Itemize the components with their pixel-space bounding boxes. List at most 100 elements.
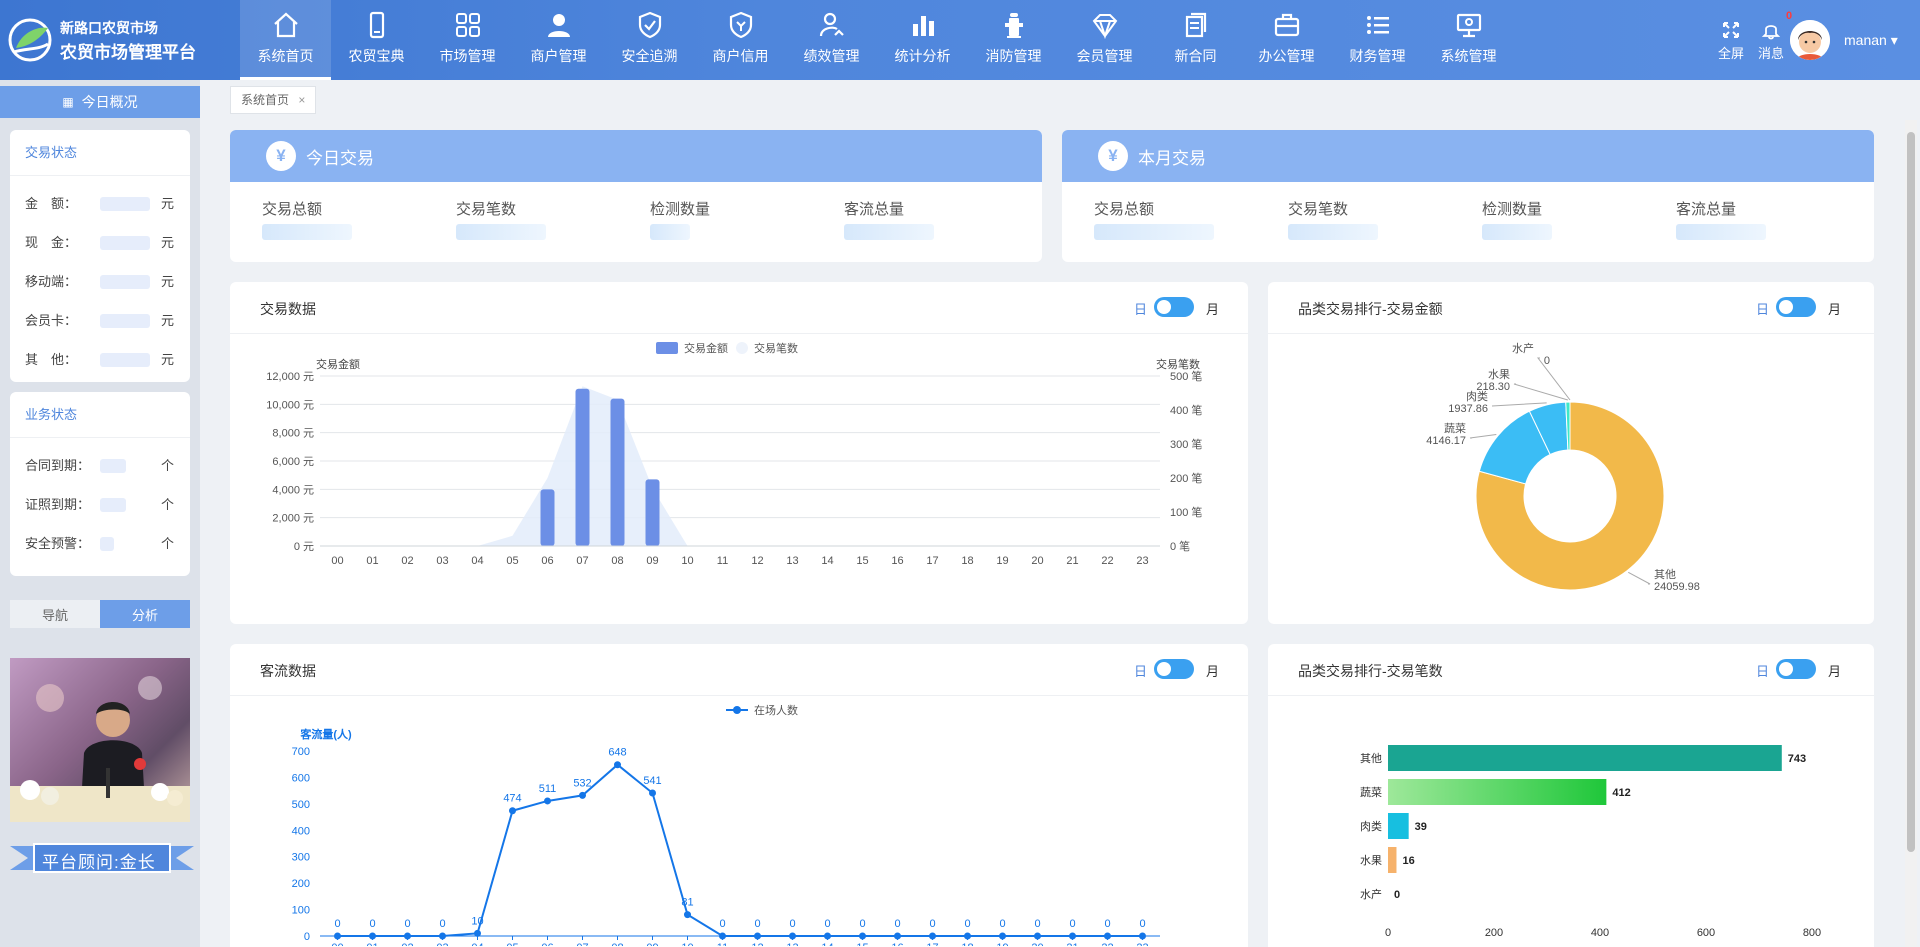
count-bar (1388, 813, 1409, 839)
today-overview-header[interactable]: ▦ 今日概况 (0, 86, 200, 118)
main-content: 系统首页 × ¥ 今日交易 交易总额 交易笔数 检测数量 客流总量 ¥ 本月交易… (200, 80, 1920, 947)
masked-value (100, 498, 126, 512)
x-tick-label: 21 (1066, 942, 1078, 946)
x-tick-label: 22 (1101, 555, 1113, 567)
traffic-line-chart: 在场人数客流量(人)010020030040050060070000000100… (292, 703, 1160, 946)
stat-label: 检测数量 (1482, 201, 1543, 218)
data-label: 0 (334, 918, 340, 930)
nav-member[interactable]: 会员管理 (1059, 0, 1150, 80)
fullscreen-button[interactable]: 全屏 (1711, 20, 1751, 62)
x-tick-label: 02 (401, 942, 413, 946)
data-label: 541 (643, 775, 661, 787)
x-tick-label: 800 (1803, 927, 1821, 939)
row-unit: 元 (160, 352, 174, 367)
category-donut-chart: 水产0水果218.30肉类1937.86蔬菜4146.17其他24059.98 (1426, 341, 1700, 593)
slice-name-label: 其他 (1654, 568, 1676, 581)
x-tick-label: 19 (996, 555, 1008, 567)
nav-contract[interactable]: 新合同 (1150, 0, 1241, 80)
toggle-switch[interactable] (1776, 297, 1816, 317)
close-icon[interactable]: × (298, 93, 305, 107)
nav-merchant[interactable]: 商户管理 (513, 0, 604, 80)
nav-credit[interactable]: 商户信用 (695, 0, 786, 80)
nav-label: 绩效管理 (803, 48, 860, 64)
category-count-bar-chart: 其他 743 蔬菜 412 肉类 39 水果 16 水产 0 0 200 400 600 800 (1360, 745, 1821, 939)
row-label: 合同到期： (25, 458, 91, 473)
stat-label: 客流总量 (1676, 201, 1737, 218)
today-stat-count: 交易笔数 (456, 198, 546, 240)
nav-system[interactable]: 系统管理 (1423, 0, 1514, 80)
data-label: 0 (964, 918, 970, 930)
data-label: 0 (789, 918, 795, 930)
x-tick-label: 07 (576, 942, 588, 946)
nav-performance[interactable]: 绩效管理 (786, 0, 877, 80)
data-label: 532 (573, 777, 591, 789)
value-label: 39 (1415, 821, 1427, 833)
stat-label: 交易总额 (262, 201, 323, 218)
nav-statistics[interactable]: 统计分析 (877, 0, 968, 80)
masked-value (844, 224, 934, 240)
month-label: 月 (1206, 302, 1220, 317)
nav-handbook[interactable]: 农贸宝典 (331, 0, 422, 80)
nav-finance[interactable]: 财务管理 (1332, 0, 1423, 80)
value-label: 743 (1788, 753, 1806, 765)
messages-label: 消息 (1757, 46, 1784, 61)
nav-market[interactable]: 市场管理 (422, 0, 513, 80)
month-label: 月 (1206, 664, 1220, 679)
nav-fire[interactable]: 消防管理 (968, 0, 1059, 80)
scroll-thumb[interactable] (1907, 132, 1915, 852)
day-label: 日 (1134, 664, 1148, 679)
user-icon (547, 14, 570, 37)
trade-status-title: 交易状态 (10, 130, 190, 176)
masked-value (100, 314, 150, 328)
data-label: 648 (608, 747, 626, 759)
x-tick-label: 21 (1066, 555, 1078, 567)
page-tab-home[interactable]: 系统首页 × (230, 86, 317, 114)
messages-button[interactable]: 消息 (1751, 20, 1791, 62)
left-sidebar: ▦ 今日概况 交易状态 金 额： 元 现 金： 元 移动端： 元 会员卡： 元 其 他：… (0, 80, 200, 947)
nav-office[interactable]: 办公管理 (1241, 0, 1332, 80)
grid-icon (455, 13, 480, 37)
month-stat-count: 交易笔数 (1288, 198, 1378, 240)
trade-row-cash: 现 金： 元 (10, 223, 190, 262)
toggle-switch[interactable] (1154, 659, 1194, 679)
x-tick-label: 01 (366, 942, 378, 946)
brand-logo[interactable]: 新路口农贸市场 农贸市场管理平台 (8, 16, 208, 64)
nav-home[interactable]: 系统首页 (240, 0, 331, 80)
list-icon (1366, 16, 1389, 34)
page-scrollbar[interactable] (1905, 120, 1917, 947)
advisor-photo-illustration (10, 658, 190, 822)
diamond-icon (1092, 14, 1117, 40)
y-tick-label-left: 4,000 元 (272, 484, 314, 496)
row-label: 证照到期： (25, 497, 91, 512)
row-label: 其 他： (25, 352, 78, 367)
y-tick-label: 0 (304, 931, 310, 943)
fire-hydrant-icon (1004, 13, 1023, 38)
today-stat-traffic: 客流总量 (844, 198, 934, 240)
x-tick-label: 14 (821, 555, 833, 567)
data-point (614, 761, 621, 769)
toggle-switch[interactable] (1154, 297, 1194, 317)
label-leader-line (1536, 357, 1571, 401)
month-label: 月 (1828, 302, 1842, 317)
nav-trace[interactable]: 安全追溯 (604, 0, 695, 80)
y-tick-label-left: 12,000 元 (266, 371, 314, 383)
tab-navigation[interactable]: 导航 (10, 600, 100, 628)
bell-icon (1761, 25, 1781, 40)
avatar[interactable] (1790, 20, 1830, 60)
performance-icon (819, 12, 844, 37)
label-leader-line (1628, 571, 1651, 585)
username-dropdown[interactable]: manan ▾ (1844, 32, 1898, 49)
x-tick-label: 15 (856, 942, 868, 946)
toggle-switch[interactable] (1776, 659, 1816, 679)
masked-value (1676, 224, 1766, 240)
tab-analysis[interactable]: 分析 (100, 600, 190, 628)
slice-value-label: 0 (1544, 355, 1550, 367)
left-axis-title: 交易金额 (316, 357, 360, 371)
count-area (337, 386, 1143, 546)
business-status-title: 业务状态 (10, 392, 190, 438)
x-tick-label: 09 (646, 555, 658, 567)
month-trade-panel: ¥ 本月交易 交易总额 交易笔数 检测数量 客流总量 (1062, 130, 1874, 262)
stat-label: 交易总额 (1094, 201, 1155, 218)
sidebar-tabs: 导航 分析 (10, 600, 190, 628)
nav-label: 消防管理 (985, 48, 1042, 64)
